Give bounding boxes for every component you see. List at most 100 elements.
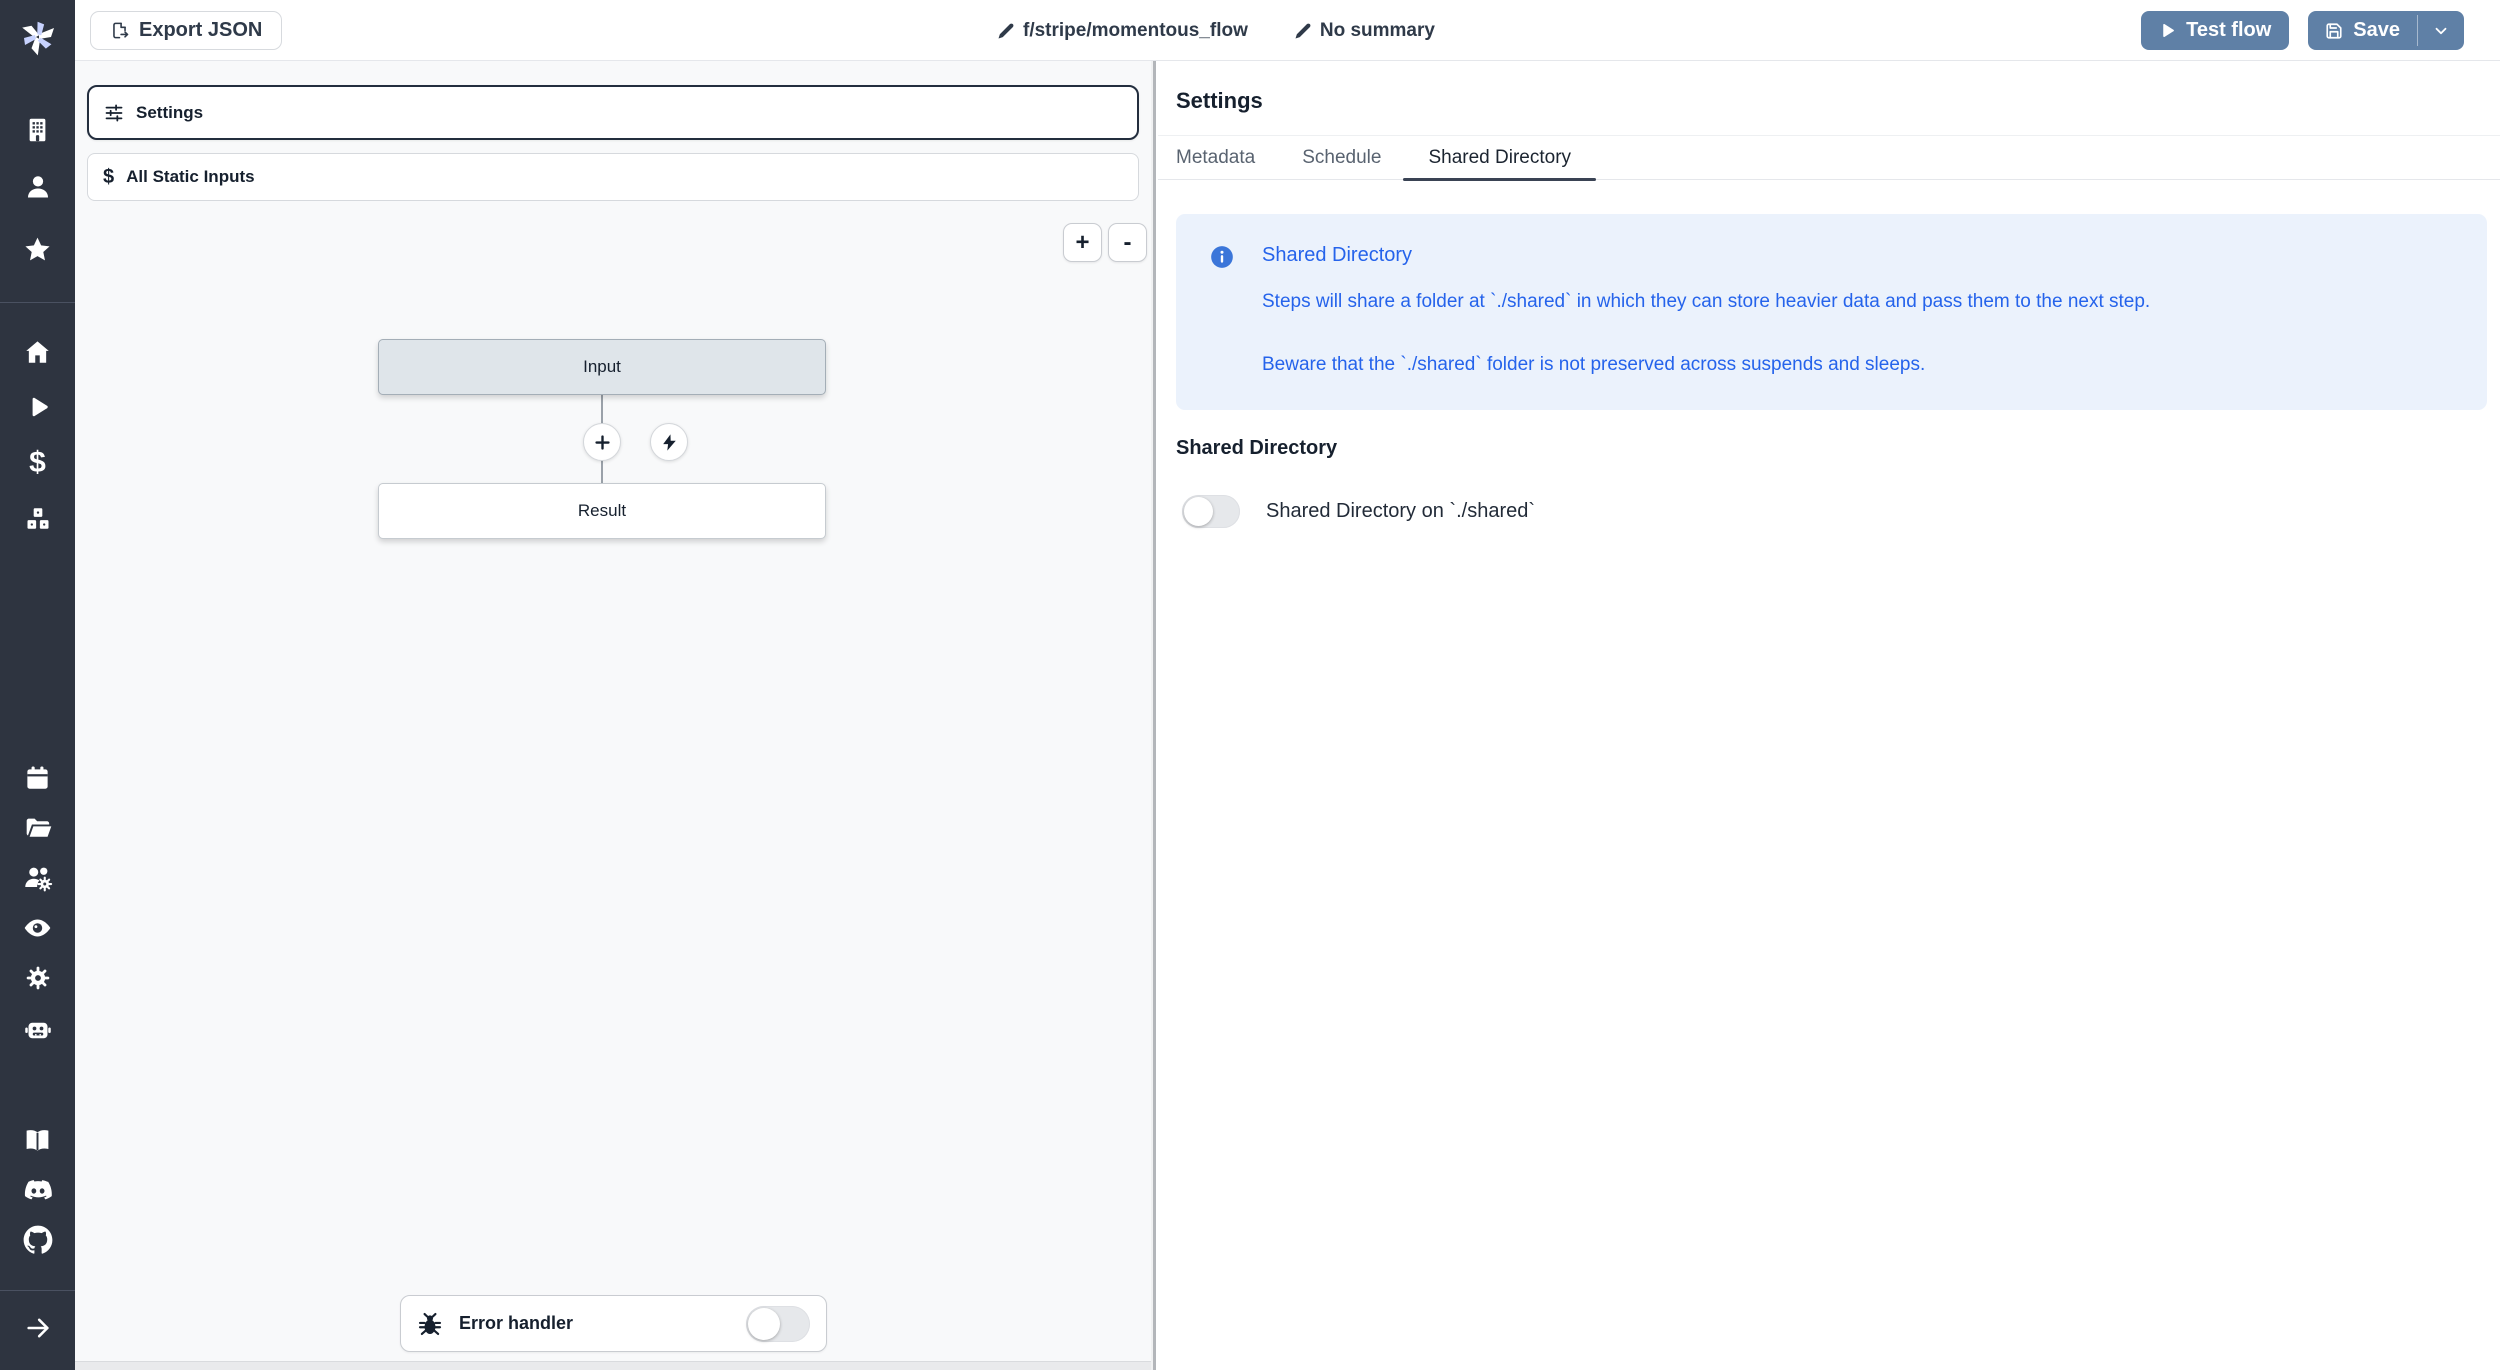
flow-canvas: Settings $ All Static Inputs + - Input (75, 61, 1151, 1370)
pencil-icon (1294, 22, 1312, 40)
shared-directory-section-title: Shared Directory (1176, 437, 2500, 460)
windmill-logo[interactable] (0, 14, 75, 58)
zoom-in-label: + (1075, 231, 1089, 255)
error-handler-item[interactable]: Error handler (400, 1295, 827, 1352)
file-export-icon (110, 21, 129, 40)
sidebar-item-audit-logs[interactable] (0, 914, 75, 943)
export-json-label: Export JSON (139, 19, 262, 42)
sidebar-item-variables[interactable]: $ (0, 448, 75, 478)
shared-directory-toggle-row: Shared Directory on `./shared` (1182, 495, 2500, 528)
discord-icon (23, 1175, 53, 1205)
canvas-bottom-strip (75, 1361, 1151, 1370)
sliders-icon (104, 103, 124, 123)
result-node[interactable]: Result (378, 483, 826, 539)
tab-schedule[interactable]: Schedule (1302, 135, 1381, 180)
save-button[interactable]: Save (2308, 11, 2417, 50)
sidebar-item-schedules[interactable] (0, 765, 75, 792)
calendar-icon (24, 765, 51, 792)
sidebar-item-folders[interactable] (0, 814, 75, 842)
test-flow-button[interactable]: Test flow (2141, 11, 2289, 50)
input-node[interactable]: Input (378, 339, 826, 395)
star-icon (23, 236, 52, 265)
github-icon (23, 1225, 53, 1255)
plus-icon (593, 433, 612, 452)
export-json-button[interactable]: Export JSON (90, 11, 282, 50)
all-static-inputs-item[interactable]: $ All Static Inputs (87, 153, 1139, 201)
zoom-out-button[interactable]: - (1108, 223, 1147, 262)
tab-metadata-label: Metadata (1176, 147, 1255, 169)
sidebar-item-user[interactable] (0, 173, 75, 201)
dollar-icon: $ (29, 448, 46, 478)
zap-icon (660, 433, 679, 452)
test-flow-label: Test flow (2186, 19, 2271, 42)
add-step-button[interactable] (583, 423, 621, 461)
sidebar-item-resources[interactable] (0, 505, 75, 533)
sidebar-item-workspace[interactable] (0, 117, 75, 144)
play-icon (2159, 22, 2176, 39)
pencil-icon (997, 22, 1015, 40)
bug-icon (417, 1311, 443, 1337)
info-line-2: Beware that the `./shared` folder is not… (1262, 354, 2453, 376)
sidebar-item-discord[interactable] (0, 1175, 75, 1205)
trigger-button[interactable] (650, 423, 688, 461)
flow-path-editable[interactable]: f/stripe/momentous_flow (997, 20, 1248, 42)
cubes-icon (24, 505, 52, 533)
sidebar-item-workers[interactable] (0, 1014, 75, 1044)
user-icon (24, 173, 52, 201)
chevron-down-icon (2432, 22, 2450, 40)
all-static-inputs-label: All Static Inputs (126, 167, 254, 187)
info-title: Shared Directory (1262, 244, 2453, 270)
error-handler-label: Error handler (459, 1313, 730, 1334)
tab-metadata[interactable]: Metadata (1176, 135, 1255, 180)
info-icon-cell (1209, 244, 1262, 270)
input-node-label: Input (583, 357, 621, 377)
book-open-icon (23, 1126, 52, 1155)
flow-settings-label: Settings (136, 103, 203, 123)
topbar: Export JSON f/stripe/momentous_flow No s… (75, 0, 2500, 61)
flow-editor-app: $ (0, 0, 2500, 1370)
flow-settings-item[interactable]: Settings (87, 85, 1139, 140)
panel-splitter[interactable] (1151, 61, 1158, 1370)
save-split-button: Save (2308, 11, 2464, 50)
users-gear-icon (23, 863, 53, 893)
sidebar-divider (0, 302, 75, 303)
arrow-right-icon (24, 1314, 52, 1342)
tab-shared-directory-label: Shared Directory (1428, 147, 1571, 169)
sidebar-item-home[interactable] (0, 339, 75, 366)
save-more-button[interactable] (2418, 11, 2464, 50)
shared-directory-toggle-label: Shared Directory on `./shared` (1266, 500, 1535, 523)
info-line-1: Steps will share a folder at `./shared` … (1262, 291, 2453, 313)
flow-summary-editable[interactable]: No summary (1294, 20, 1435, 42)
sidebar-expand-button[interactable] (0, 1314, 75, 1342)
tab-shared-directory[interactable]: Shared Directory (1428, 135, 1571, 180)
windmill-logo-icon (16, 14, 60, 58)
info-icon (1209, 244, 1235, 270)
shared-directory-toggle[interactable] (1182, 495, 1240, 528)
flow-path-group: f/stripe/momentous_flow No summary (997, 0, 1435, 61)
topbar-actions: Test flow Save (2141, 0, 2500, 61)
gear-icon (24, 964, 52, 992)
dollar-icon: $ (103, 166, 114, 189)
sidebar-item-docs[interactable] (0, 1126, 75, 1155)
sidebar: $ (0, 0, 75, 1370)
eye-icon (23, 914, 52, 943)
sidebar-item-settings[interactable] (0, 964, 75, 992)
sidebar-item-runs[interactable] (0, 394, 75, 420)
result-node-label: Result (578, 501, 626, 521)
zoom-out-label: - (1124, 231, 1132, 255)
zoom-in-button[interactable]: + (1063, 223, 1102, 262)
flow-path-text: f/stripe/momentous_flow (1023, 20, 1248, 42)
sidebar-item-github[interactable] (0, 1225, 75, 1255)
sidebar-divider (0, 1290, 75, 1291)
sidebar-item-groups[interactable] (0, 863, 75, 893)
sidebar-item-favorites[interactable] (0, 236, 75, 265)
toggle-knob (1184, 497, 1213, 526)
settings-tabs: Metadata Schedule Shared Directory (1158, 135, 2500, 180)
toggle-knob (748, 1308, 780, 1340)
play-icon (25, 394, 51, 420)
settings-panel: Settings Metadata Schedule Shared Direct… (1158, 61, 2500, 1370)
home-icon (24, 339, 51, 366)
error-handler-toggle[interactable] (746, 1306, 810, 1342)
save-icon (2325, 22, 2343, 40)
robot-icon (23, 1014, 53, 1044)
